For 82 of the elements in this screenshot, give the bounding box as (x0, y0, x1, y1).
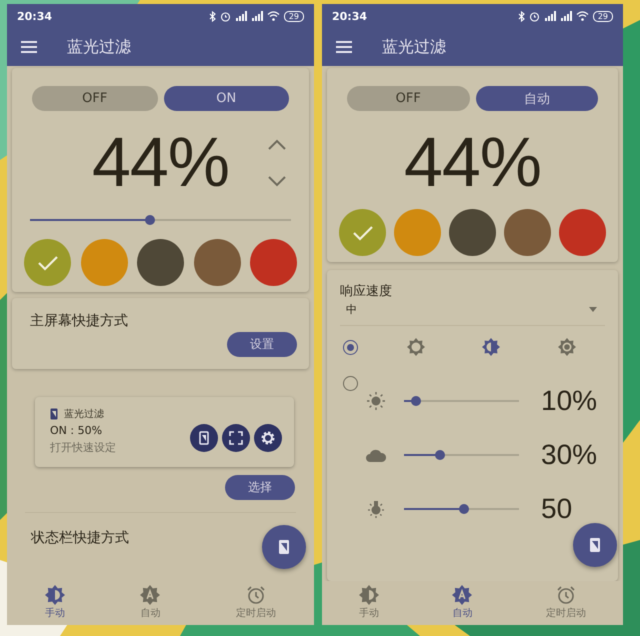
contrast-icon (44, 585, 65, 605)
nav-tab[interactable]: 手动 (348, 581, 389, 625)
floating-action-button[interactable] (262, 525, 306, 569)
widget-status: ON : 50% (50, 424, 104, 437)
signal-icon (544, 11, 556, 21)
alarm-clock-icon (246, 585, 266, 605)
check-icon (352, 224, 374, 240)
speed-dropdown[interactable]: 中 (340, 300, 605, 326)
radio-button[interactable] (343, 376, 358, 391)
radio-button[interactable] (343, 340, 358, 354)
mode-button[interactable]: OFF (347, 86, 470, 111)
wifi-icon (576, 11, 589, 21)
app-title: 蓝光过滤 (382, 36, 446, 58)
mode-button[interactable]: 自动 (476, 86, 598, 111)
section-title: 状态栏快捷方式 (31, 530, 129, 546)
widget-subtitle: 打开快速设定 (50, 440, 116, 455)
section-title: 主屏幕快捷方式 (30, 312, 129, 330)
bluetooth-icon (208, 10, 216, 22)
phone-icon[interactable] (190, 424, 218, 452)
menu-icon[interactable] (336, 41, 352, 53)
color-swatch[interactable] (80, 239, 128, 286)
mode-button[interactable]: OFF (32, 86, 158, 111)
status-time: 20:34 (332, 10, 368, 22)
settings-icon[interactable] (254, 424, 282, 452)
level-reading: 50 (541, 493, 572, 525)
percent-value: 44% (404, 122, 542, 202)
select-button[interactable]: 选择 (225, 475, 295, 500)
auto-brightness-icon (452, 585, 472, 605)
phone-icon (589, 537, 601, 553)
phone-icon (50, 408, 58, 420)
color-swatch[interactable] (137, 239, 184, 286)
color-swatch[interactable] (449, 209, 496, 256)
phone-icon (278, 539, 290, 555)
chevron-up-icon[interactable] (267, 139, 287, 151)
alarm-clock-icon (556, 585, 576, 605)
menu-icon[interactable] (21, 41, 37, 53)
gear-icon[interactable] (558, 338, 576, 356)
auto-brightness-icon (140, 585, 160, 605)
nav-tab[interactable]: 手动 (34, 581, 75, 625)
nav-tab[interactable]: 自动 (442, 581, 482, 625)
intensity-slider[interactable] (30, 213, 291, 227)
signal-icon (234, 11, 247, 21)
mode-button[interactable]: ON (164, 86, 289, 111)
check-icon (36, 254, 58, 270)
level-slider[interactable] (404, 502, 519, 516)
signal-icon (250, 11, 263, 21)
percent-value: 44% (92, 122, 230, 202)
caret-icon (589, 307, 597, 312)
level-slider[interactable] (404, 394, 519, 408)
color-swatch[interactable] (339, 209, 386, 256)
color-swatch[interactable] (194, 239, 240, 286)
color-swatch[interactable] (250, 239, 297, 286)
signal-icon (560, 11, 572, 21)
alarm-icon (528, 10, 540, 22)
battery-level: 29 (592, 10, 613, 22)
nav-tab[interactable]: 自动 (130, 581, 170, 625)
app-title: 蓝光过滤 (67, 36, 131, 58)
color-swatch[interactable] (24, 239, 71, 286)
status-time: 20:34 (17, 10, 52, 22)
brightness-icon[interactable] (406, 338, 425, 356)
settings-button[interactable]: 设置 (227, 332, 297, 357)
color-swatch[interactable] (559, 209, 606, 256)
bluetooth-icon (518, 10, 525, 22)
color-swatch[interactable] (394, 209, 441, 256)
level-reading: 30% (541, 439, 598, 471)
color-swatch[interactable] (504, 209, 551, 256)
cloud-icon (366, 448, 386, 462)
nav-tab[interactable]: 定时启动 (536, 581, 596, 625)
response-speed-label: 响应速度 (340, 283, 393, 300)
level-slider[interactable] (404, 448, 519, 462)
wifi-icon (266, 11, 280, 21)
contrast-icon[interactable] (482, 338, 500, 356)
battery-level: 29 (284, 10, 304, 22)
fullscreen-icon[interactable] (222, 424, 250, 452)
level-reading: 10% (541, 385, 598, 417)
nav-tab[interactable]: 定时启动 (226, 581, 286, 625)
widget-title: 蓝光过滤 (64, 408, 104, 421)
alarm-icon (220, 10, 231, 22)
contrast-icon (358, 585, 379, 605)
sun-icon (366, 392, 386, 410)
lightbulb-icon (366, 500, 386, 518)
chevron-down-icon[interactable] (267, 175, 287, 187)
